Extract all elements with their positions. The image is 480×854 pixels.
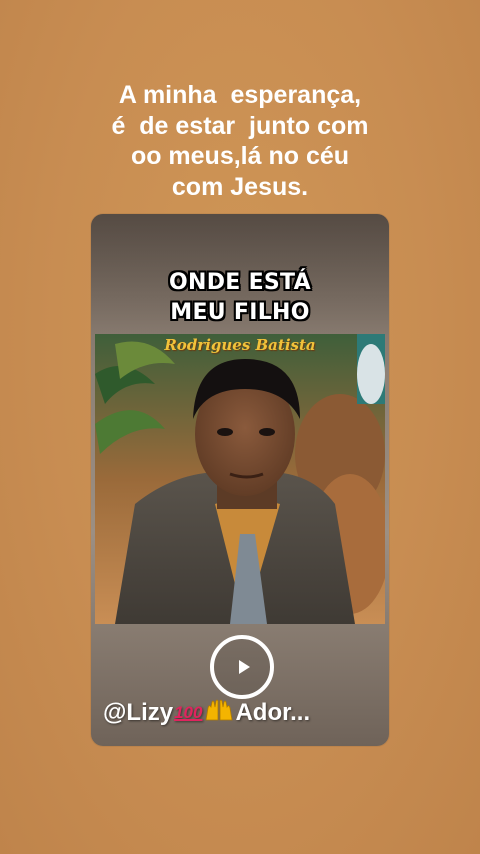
video-card[interactable]: Rodrigues Batista ONDE ESTÁ MEU FILHO @L… <box>91 214 389 746</box>
raising-hands-icon <box>205 699 233 721</box>
artist-name: Rodrigues Batista <box>164 336 316 354</box>
caption-line: oo meus,lá no céu <box>130 142 350 170</box>
watermark-suffix: Ador... <box>235 699 311 726</box>
caption-text: A minha esperança, é de estar junto com … <box>0 80 480 202</box>
cover-title: ONDE ESTÁ MEU FILHO <box>91 268 389 328</box>
play-button[interactable] <box>210 635 274 699</box>
cover-title-line: MEU FILHO <box>170 300 310 325</box>
album-cover: Rodrigues Batista <box>95 334 385 624</box>
watermark-username: @Lizy <box>103 699 174 726</box>
play-icon <box>238 660 250 674</box>
watermark-handle: @Lizy100 Ador... <box>103 698 310 727</box>
caption-line: A minha esperança, <box>118 81 362 109</box>
caption-line: é de estar junto com <box>111 111 369 140</box>
caption-line: com Jesus. <box>171 172 309 201</box>
hundred-points-icon: 100 <box>174 703 203 722</box>
cover-title-line: ONDE ESTÁ <box>169 270 311 295</box>
cover-artwork <box>95 334 385 624</box>
